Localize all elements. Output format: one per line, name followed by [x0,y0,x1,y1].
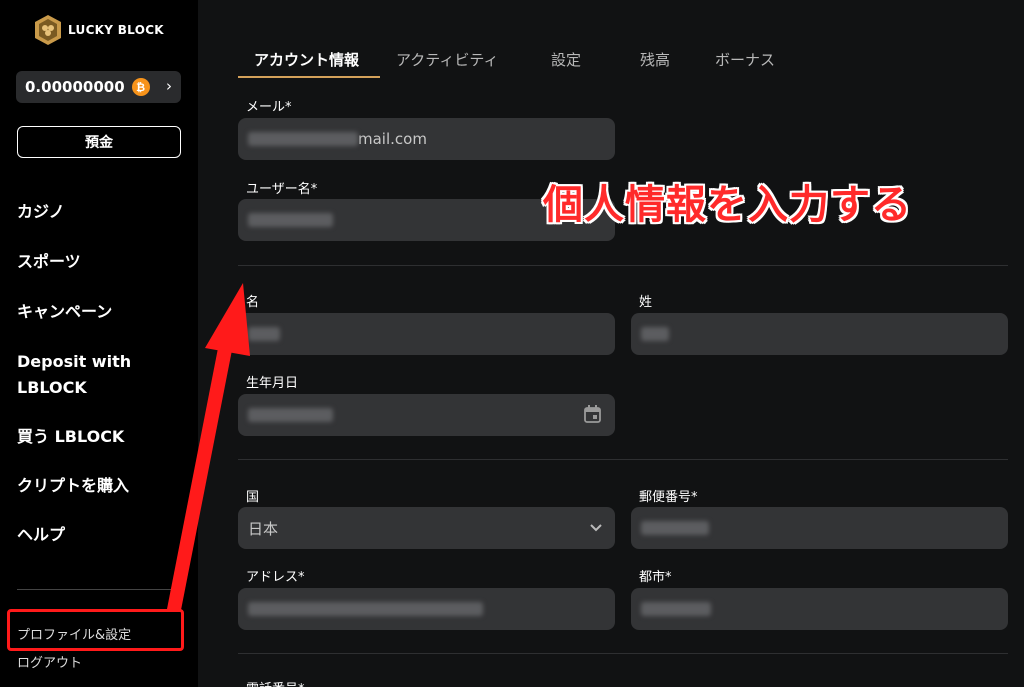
tab-settings[interactable]: 設定 [551,49,581,70]
birthdate-field[interactable] [238,394,615,436]
country-value: 日本 [248,519,279,538]
redacted-text [248,602,483,616]
birthdate-label: 生年月日 [246,376,299,391]
city-field[interactable] [631,588,1008,630]
logo-text: LUCKY BLOCK [68,23,164,37]
sidebar: LUCKY BLOCK 0.00000000 ₿ › 預金 カジノ スポーツ キ… [0,0,198,687]
logout-link[interactable]: ログアウト [17,652,82,671]
redacted-text [248,327,280,341]
app-window: LUCKY BLOCK 0.00000000 ₿ › 預金 カジノ スポーツ キ… [0,0,1024,687]
address-label: アドレス* [246,570,305,585]
deposit-button[interactable]: 預金 [17,126,181,158]
email-value: mail.com [358,130,427,148]
postal-code-field[interactable] [631,507,1008,549]
address-field[interactable] [238,588,615,630]
calendar-icon[interactable] [584,405,601,423]
nav-sports[interactable]: スポーツ [17,249,192,275]
redacted-text [641,602,711,616]
chevron-right-icon: › [166,77,172,95]
sidebar-divider [17,589,181,590]
tab-balance[interactable]: 残高 [640,49,670,70]
email-field[interactable]: mail.com [238,118,615,160]
nav-buy-lblock[interactable]: 買う LBLOCK [17,424,192,450]
tab-bonus[interactable]: ボーナス [715,49,775,70]
redacted-text [248,408,333,422]
nav-casino[interactable]: カジノ [17,199,192,225]
redacted-text [641,521,709,535]
logo[interactable]: LUCKY BLOCK [34,14,164,46]
redacted-text [248,213,333,227]
last-name-label: 姓 [639,295,653,310]
email-label: メール* [246,100,292,115]
lucky-block-logo-icon [35,15,61,45]
balance-value: 0.00000000 [25,78,125,96]
city-label: 都市* [639,570,672,585]
country-select[interactable]: 日本 [238,507,615,549]
username-label: ユーザー名* [246,182,318,197]
redacted-text [248,132,358,146]
first-name-label: 名 [246,295,260,310]
redacted-text [641,327,669,341]
section-divider [238,459,1008,460]
annotation-highlight-box [7,609,184,651]
annotation-text: 個人情報を入力する [543,182,912,228]
tab-account-info[interactable]: アカウント情報 [254,49,359,70]
account-main: アカウント情報 アクティビティ 設定 残高 ボーナス メール* mail.com… [198,0,1024,687]
last-name-field[interactable] [631,313,1008,355]
balance-selector[interactable]: 0.00000000 ₿ › [16,71,181,103]
bitcoin-icon: ₿ [131,78,150,96]
nav-campaign[interactable]: キャンペーン [17,299,192,325]
country-label: 国 [246,490,260,505]
first-name-field[interactable] [238,313,615,355]
tab-activity[interactable]: アクティビティ [396,49,498,70]
nav-buy-crypto[interactable]: クリプトを購入 [17,473,192,499]
active-tab-indicator [238,76,380,78]
phone-label: 電話番号* [246,678,305,687]
postal-code-label: 郵便番号* [639,490,698,505]
nav-deposit-lblock[interactable]: Deposit with LBLOCK [17,349,192,401]
section-divider [238,653,1008,654]
section-divider [238,265,1008,266]
chevron-down-icon [590,524,602,532]
nav-help[interactable]: ヘルプ [17,522,192,548]
